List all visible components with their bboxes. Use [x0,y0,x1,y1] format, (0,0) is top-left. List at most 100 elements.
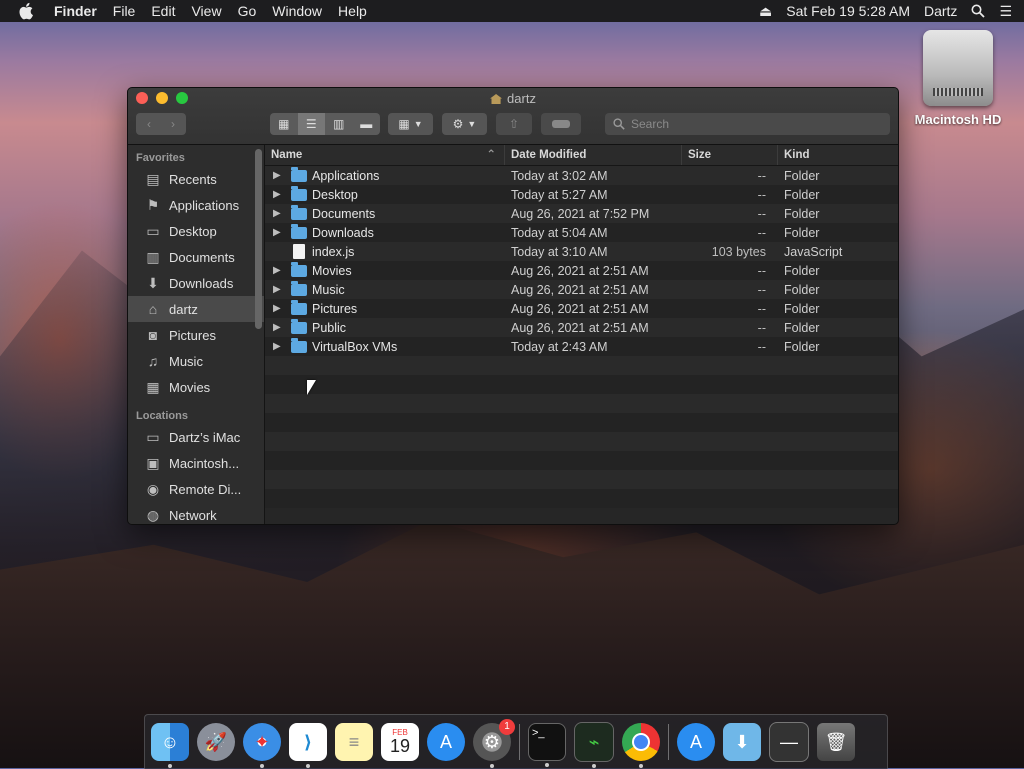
disclosure-triangle-icon[interactable]: ▶ [273,341,285,352]
menu-window[interactable]: Window [264,3,330,19]
menu-app-name[interactable]: Finder [46,3,105,19]
dock-chrome[interactable] [622,723,660,768]
cell-name: ▶ Applications [265,166,505,183]
menu-help[interactable]: Help [330,3,375,19]
dock-app-store[interactable]: A [427,723,465,761]
desktop-icon-macintosh-hd[interactable]: Macintosh HD [908,30,1008,127]
disclosure-triangle-icon[interactable]: ▶ [273,303,285,314]
gallery-view-button[interactable]: ▬ [353,113,381,135]
search-field[interactable]: Search [605,113,890,135]
table-row[interactable]: ▶ Applications Today at 3:02 AM -- Folder [265,166,898,185]
dock-activity-monitor[interactable]: ⌁ [574,722,614,768]
cell-size: -- [757,225,766,240]
cell-size: -- [757,282,766,297]
sidebar-item-dartz[interactable]: ⌂ dartz [128,296,264,322]
dock-minimized-window[interactable]: — [769,722,809,762]
empty-row [265,413,898,432]
dock-downloads-folder[interactable]: ⬇ [723,723,761,761]
sidebar-section-favorites: Favorites [136,152,185,164]
calendar-day: 19 [389,736,411,756]
cell-kind: Folder [784,320,820,335]
menu-go[interactable]: Go [230,3,265,19]
table-row[interactable]: index.js Today at 3:10 AM 103 bytes JavaScr… [265,242,898,261]
menu-edit[interactable]: Edit [143,3,183,19]
table-row[interactable]: ▶ Music Aug 26, 2021 at 2:51 AM -- Folder [265,280,898,299]
disclosure-triangle-icon[interactable]: ▶ [273,322,285,333]
share-button[interactable]: ⇧ [496,113,532,135]
apple-menu-icon[interactable] [18,2,36,20]
action-button[interactable]: ⚙ ▼ [442,113,487,135]
menu-file[interactable]: File [105,3,144,19]
sidebar-item-remote-di[interactable]: ◉ Remote Di... [128,476,264,502]
table-row[interactable]: ▶ Pictures Aug 26, 2021 at 2:51 AM -- Folder [265,299,898,318]
cell-name: ▶ Downloads [265,223,505,240]
dock-vscode[interactable]: ⟩ [289,723,327,768]
column-view-button[interactable]: ▥ [325,113,353,135]
table-row[interactable]: ▶ Documents Aug 26, 2021 at 7:52 PM -- Folde… [265,204,898,223]
sidebar-item-network[interactable]: ◍ Network [128,502,264,524]
sidebar-item-label: dartz [169,301,198,317]
column-header-date[interactable]: Date Modified [505,145,682,165]
folder-icon [291,223,307,239]
spotlight-icon[interactable] [971,4,986,18]
rocket-icon: 🚀 [204,731,228,752]
tag-button[interactable] [541,113,581,135]
dock-calendar[interactable]: FEB 19 [381,723,419,761]
sidebar-item-macintosh[interactable]: ▣ Macintosh... [128,450,264,476]
sidebar-item-desktop[interactable]: ▭ Desktop [128,218,264,244]
list-view-button[interactable]: ☰ [297,113,325,135]
clock[interactable]: Sat Feb 19 5:28 AM [786,3,910,19]
disclosure-triangle-icon[interactable]: ▶ [273,208,285,219]
sidebar-item-dartz-s-imac[interactable]: ▭ Dartz’s iMac [128,424,264,450]
table-row[interactable]: ▶ Public Aug 26, 2021 at 2:51 AM -- Folder [265,318,898,337]
sidebar-item-applications[interactable]: ⚑ Applications [128,192,264,218]
disclosure-triangle-icon[interactable]: ▶ [273,170,285,181]
column-header-size[interactable]: Size [682,145,778,165]
dock-launchpad[interactable]: 🚀 [197,723,235,761]
column-header-name[interactable]: Name ⌃ [265,145,505,165]
sort-ascending-icon: ⌃ [486,149,496,161]
dock-system-preferences[interactable]: ⚙ 1 [473,719,515,768]
sidebar-item-music[interactable]: ♫ Music [128,348,264,374]
sidebar-item-documents[interactable]: ▥ Documents [128,244,264,270]
dock-finder[interactable]: ☺ [151,723,189,768]
cell-date: Aug 26, 2021 at 2:51 AM [511,301,649,316]
sidebar-item-pictures[interactable]: ◙ Pictures [128,322,264,348]
disclosure-triangle-icon[interactable]: ▶ [273,284,285,295]
menu-view[interactable]: View [183,3,229,19]
notes-icon: ≡ [348,731,360,752]
dock-terminal[interactable]: >_ [528,723,566,767]
dock-trash[interactable]: 🗑 [817,723,855,761]
sidebar-item-movies[interactable]: ▦ Movies [128,374,264,400]
table-row[interactable]: ▶ VirtualBox VMs Today at 2:43 AM -- Folder [265,337,898,356]
disclosure-triangle-icon[interactable]: ▶ [273,265,285,276]
back-button[interactable]: ‹ [137,117,161,131]
terminal-prompt-icon: >_ [532,727,545,739]
sidebar-item-downloads[interactable]: ⬇ Downloads [128,270,264,296]
dock-notes[interactable]: ≡ [335,723,373,761]
empty-row [265,489,898,508]
file-name: Desktop [312,187,358,202]
notification-center-icon[interactable]: ☰ [999,3,1012,20]
sidebar-scrollbar[interactable] [255,149,262,329]
cell-name: index.js [265,244,505,259]
dock-app-store-downloads[interactable]: A [677,723,715,761]
sidebar-item-label: Desktop [169,223,217,239]
icon-view-button[interactable]: ▦ [270,113,298,135]
table-row[interactable]: ▶ Downloads Today at 5:04 AM -- Folder [265,223,898,242]
hard-drive-icon [923,30,993,106]
column-header-kind[interactable]: Kind [778,145,893,165]
dock-safari[interactable]: ✦ [243,723,281,768]
forward-button[interactable]: › [161,117,185,131]
user-menu[interactable]: Dartz [924,3,957,19]
desktop-icon: ▭ [146,222,160,239]
window-title: dartz [128,91,898,106]
arrange-button[interactable]: ▦ ▼ [388,113,433,135]
disclosure-triangle-icon[interactable]: ▶ [273,227,285,238]
table-row[interactable]: ▶ Movies Aug 26, 2021 at 2:51 AM -- Folder [265,261,898,280]
table-row[interactable]: ▶ Desktop Today at 5:27 AM -- Folder [265,185,898,204]
sidebar-item-recents[interactable]: ▤ Recents [128,166,264,192]
sidebar-item-label: Downloads [169,275,234,291]
eject-icon[interactable]: ⏏ [759,3,772,20]
disclosure-triangle-icon[interactable]: ▶ [273,189,285,200]
